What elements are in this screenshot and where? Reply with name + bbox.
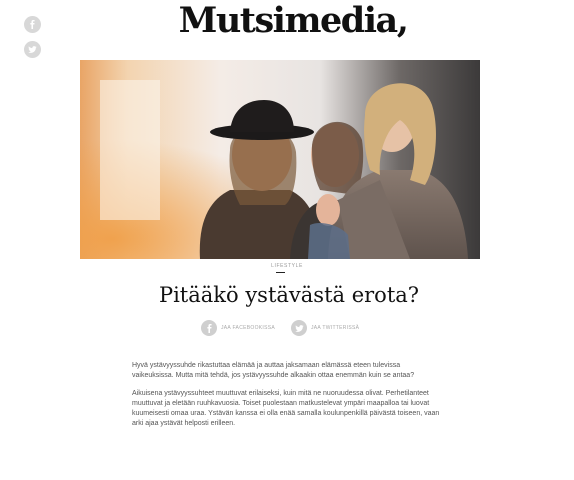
category-divider [276, 272, 285, 273]
article-body: Hyvä ystävyyssuhde rikastuttaa elämää ja… [132, 361, 442, 437]
share-twitter-label: Jaa Twitterissä [311, 325, 360, 331]
twitter-icon [291, 320, 307, 336]
article-paragraph: Aikuisena ystävyyssuhteet muuttuvat eril… [132, 390, 440, 427]
facebook-icon [201, 320, 217, 336]
share-facebook-label: Jaa Facebookissa [221, 325, 275, 331]
article-category[interactable]: Lifestyle [0, 263, 574, 269]
article-paragraph: Hyvä ystävyyssuhde rikastuttaa elämää ja… [132, 362, 415, 379]
share-facebook-button[interactable]: Jaa Facebookissa [201, 320, 275, 336]
site-logo[interactable]: Mutsimedia, [12, 0, 574, 42]
twitter-icon[interactable] [24, 41, 41, 58]
article-title: Pitääkö ystävästä erota? [158, 283, 420, 307]
share-twitter-button[interactable]: Jaa Twitterissä [291, 320, 359, 336]
hero-image [80, 60, 480, 259]
